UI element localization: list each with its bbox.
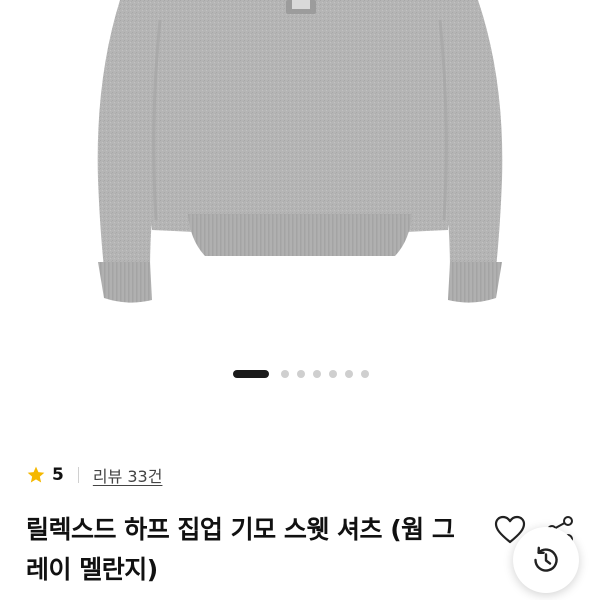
sweatshirt-image [97,0,503,303]
recently-viewed-button[interactable] [513,527,579,593]
carousel-dot[interactable] [297,370,305,378]
carousel-dot[interactable] [313,370,321,378]
image-carousel-indicator[interactable] [0,368,600,380]
product-image[interactable] [0,0,600,350]
carousel-dot-active[interactable] [233,370,269,378]
carousel-dot[interactable] [281,370,289,378]
history-icon [534,546,558,572]
carousel-dot[interactable] [329,370,337,378]
rating-value: 5 [52,465,64,485]
product-title: 릴렉스드 하프 집업 기모 스웻 셔츠 (웜 그레이 멜란지) [26,515,455,584]
carousel-dot[interactable] [361,370,369,378]
star-icon [26,465,46,485]
carousel-dot[interactable] [345,370,353,378]
rating-row: 5 리뷰 33건 [26,462,162,488]
divider [77,467,79,483]
review-count-link[interactable]: 리뷰 33건 [93,463,163,487]
